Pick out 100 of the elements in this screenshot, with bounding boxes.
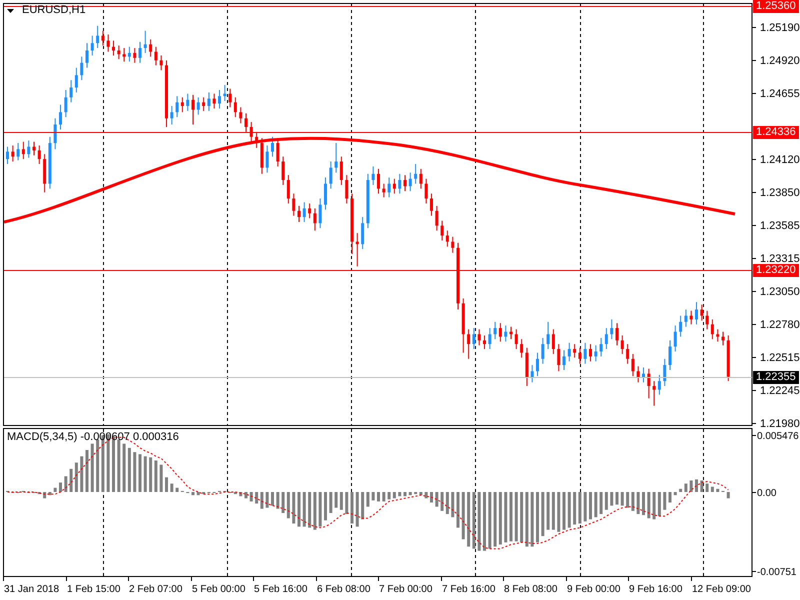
candlestick <box>302 202 306 222</box>
bar <box>504 492 508 542</box>
candlestick <box>218 89 221 109</box>
candlestick <box>684 309 688 328</box>
price-label: 1.22780 <box>760 319 800 331</box>
candlestick <box>318 198 322 229</box>
candlestick <box>451 236 454 254</box>
bar <box>642 492 645 516</box>
time-label: 5 Feb 00:00 <box>192 584 246 595</box>
macd-axis-label: -0.00751 <box>757 567 796 578</box>
bar <box>552 492 555 530</box>
candlestick <box>435 205 438 232</box>
candlestick <box>658 374 661 396</box>
bar <box>488 492 492 549</box>
candlestick <box>604 328 608 350</box>
candlestick <box>478 328 481 346</box>
bar <box>498 492 502 544</box>
candlestick <box>498 322 502 342</box>
candlestick <box>695 302 698 325</box>
bar <box>154 460 158 492</box>
bar <box>324 492 327 520</box>
bar <box>377 492 380 502</box>
candlestick <box>408 172 412 192</box>
bar <box>366 492 370 507</box>
candlestick <box>250 122 253 142</box>
bar <box>286 492 290 518</box>
bar <box>610 492 614 506</box>
bar <box>541 492 544 536</box>
bar <box>74 462 78 492</box>
candlestick <box>620 334 624 354</box>
bar <box>266 492 269 508</box>
time-label: 6 Feb 08:00 <box>317 584 370 595</box>
bar <box>494 492 497 547</box>
candlestick <box>584 342 587 364</box>
bar <box>192 492 194 496</box>
bar <box>451 492 454 518</box>
macd-axis-label: 0.00 <box>757 488 776 499</box>
bar <box>318 492 322 527</box>
bar <box>726 492 730 498</box>
candlestick <box>530 364 534 383</box>
bar <box>604 492 608 510</box>
bar <box>525 492 528 547</box>
candlestick <box>472 328 476 350</box>
candlestick <box>636 366 640 383</box>
candlestick <box>722 331 724 346</box>
bar <box>292 492 296 524</box>
bar <box>562 492 566 530</box>
price-marker: 1.24336 <box>753 126 799 139</box>
candlestick <box>494 321 497 340</box>
bar <box>530 492 534 547</box>
price-label: 1.23850 <box>760 187 800 199</box>
bar <box>54 488 57 492</box>
time-label: 8 Feb 08:00 <box>504 584 558 595</box>
candlestick <box>38 144 41 164</box>
candlestick <box>514 328 518 350</box>
bar <box>472 492 476 549</box>
time-label: 12 Feb 09:00 <box>692 584 751 595</box>
candlestick <box>356 232 359 267</box>
bar <box>86 450 88 492</box>
candlestick <box>16 142 20 161</box>
candlestick <box>74 67 78 93</box>
bar <box>435 492 438 507</box>
bar <box>706 484 709 492</box>
bar <box>424 492 428 498</box>
candlestick <box>122 48 126 62</box>
bar <box>282 492 285 513</box>
bar <box>514 492 518 542</box>
bar <box>600 492 603 514</box>
candlestick <box>404 174 406 192</box>
bar <box>636 492 640 514</box>
bar <box>165 477 168 492</box>
dropdown-triangle-icon[interactable] <box>7 9 14 13</box>
bar <box>684 484 688 492</box>
macd-label: MACD(5,34,5) -0.000607 0.000316 <box>7 431 179 444</box>
candlestick <box>589 344 592 362</box>
time-label: 31 Jan 2018 <box>4 584 60 595</box>
candlestick <box>329 161 332 190</box>
candlestick <box>546 321 550 350</box>
bar <box>117 440 120 492</box>
symbol-label[interactable]: EURUSD,H1 <box>6 4 86 17</box>
price-label: 1.23050 <box>760 286 800 298</box>
bar <box>334 492 338 508</box>
price-label: 1.22245 <box>760 385 800 397</box>
bar <box>626 492 630 508</box>
candlestick <box>392 178 396 194</box>
candlestick <box>710 318 714 340</box>
bar <box>430 492 433 502</box>
bar <box>250 492 253 502</box>
bar <box>329 492 332 513</box>
bar <box>70 468 73 492</box>
candlestick <box>282 156 285 186</box>
bar <box>276 492 280 509</box>
candlestick <box>70 80 73 103</box>
bar <box>260 492 264 509</box>
candlestick <box>536 352 539 377</box>
bar <box>398 492 402 496</box>
bar <box>255 492 258 504</box>
candlestick <box>679 315 682 338</box>
bar <box>690 480 693 492</box>
bar <box>546 492 550 530</box>
